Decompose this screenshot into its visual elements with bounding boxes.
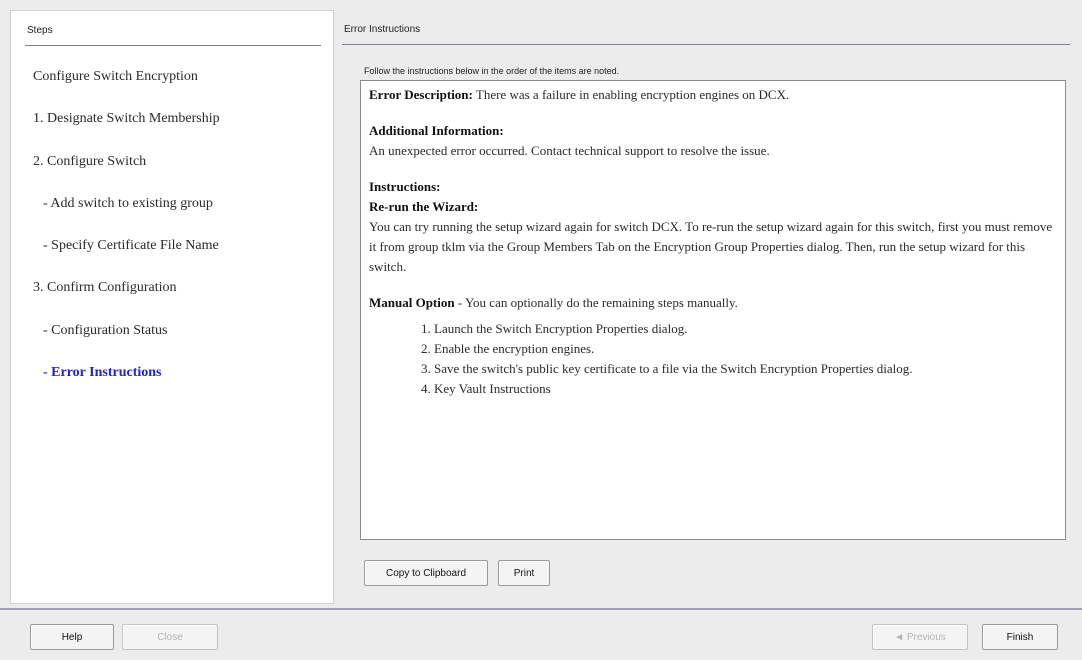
manual-step-item: 3. Save the switch's public key certific… — [421, 361, 913, 376]
footer-divider — [0, 608, 1082, 610]
rerun-label: Re-run the Wizard: — [369, 199, 479, 214]
manual-option-line: Manual Option - You can optionally do th… — [369, 293, 1059, 313]
steps-panel: Steps Configure Switch Encryption 1. Des… — [10, 10, 334, 604]
help-button-label: Help — [61, 631, 83, 643]
intro-text: Follow the instructions below in the ord… — [364, 66, 620, 76]
manual-option-text: - You can optionally do the remaining st… — [454, 295, 738, 310]
wizard-window: Steps Configure Switch Encryption 1. Des… — [0, 0, 1082, 660]
content-divider — [342, 44, 1070, 45]
steps-header: Steps — [27, 25, 53, 36]
manual-steps-list: 1. Launch the Switch Encryption Properti… — [369, 319, 1059, 399]
error-description-line: Error Description: There was a failure i… — [369, 85, 1059, 105]
error-instructions-textarea[interactable]: Error Description: There was a failure i… — [360, 80, 1066, 540]
steps-divider — [25, 45, 321, 46]
close-button[interactable]: Close — [122, 624, 218, 650]
manual-step-item: 1. Launch the Switch Encryption Properti… — [421, 321, 688, 336]
close-button-label: Close — [157, 631, 183, 643]
step-error-instructions: - Error Instructions — [43, 365, 162, 380]
error-description-text: There was a failure in enabling encrypti… — [475, 87, 790, 102]
rerun-text: You can try running the setup wizard aga… — [369, 219, 1053, 274]
step-configure-switch: 2. Configure Switch — [33, 154, 147, 169]
step-designate-switch-membership: 1. Designate Switch Membership — [33, 111, 220, 126]
step-confirm-configuration: 3. Confirm Configuration — [33, 280, 177, 295]
step-configuration-status: - Configuration Status — [43, 323, 168, 338]
help-button[interactable]: Help — [30, 624, 114, 650]
copy-to-clipboard-button[interactable]: Copy to Clipboard — [364, 560, 488, 586]
content-header: Error Instructions — [344, 24, 421, 35]
manual-option-label: Manual Option — [369, 295, 455, 310]
previous-button-label: ◄ Previous — [894, 631, 946, 643]
additional-info-label: Additional Information: — [369, 123, 504, 138]
finish-button-label: Finish — [1006, 631, 1034, 643]
print-button[interactable]: Print — [498, 560, 550, 586]
previous-button[interactable]: ◄ Previous — [872, 624, 968, 650]
finish-button[interactable]: Finish — [982, 624, 1058, 650]
additional-info-text: An unexpected error occurred. Contact te… — [369, 143, 770, 158]
instructions-label: Instructions: — [369, 179, 441, 194]
error-description-label: Error Description: — [369, 87, 473, 102]
step-add-switch-to-group: - Add switch to existing group — [43, 196, 213, 211]
manual-step-item: 2. Enable the encryption engines. — [421, 341, 595, 356]
content-panel: Error Instructions Follow the instructio… — [334, 10, 1078, 604]
step-configure-switch-encryption: Configure Switch Encryption — [33, 69, 198, 84]
step-specify-certificate: - Specify Certificate File Name — [43, 238, 219, 253]
manual-step-item: 4. Key Vault Instructions — [421, 381, 551, 396]
